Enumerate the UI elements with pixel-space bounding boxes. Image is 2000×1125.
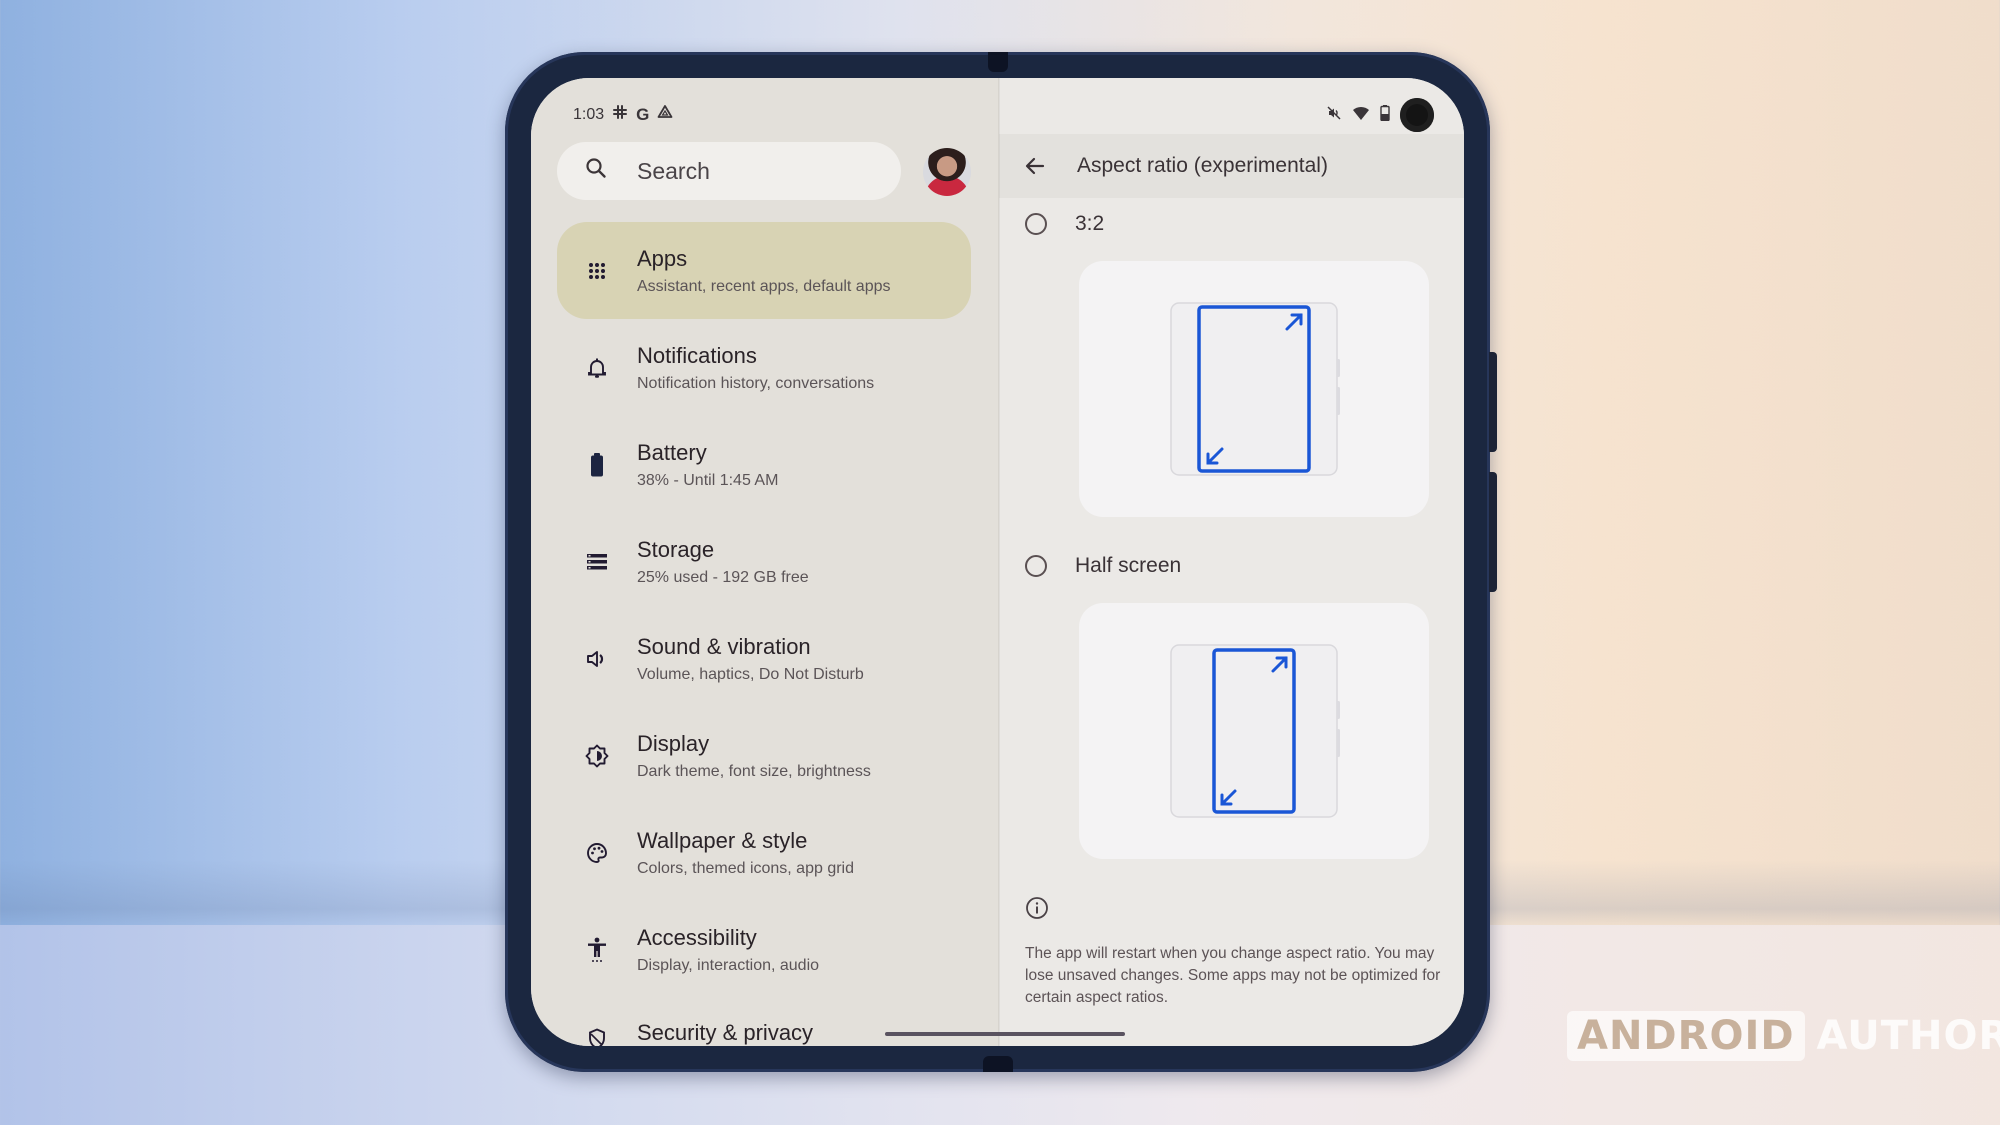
watermark-text: AUTHORITY: [1816, 1013, 2000, 1059]
search-placeholder: Search: [637, 157, 710, 184]
accessibility-icon: [557, 937, 637, 963]
back-button[interactable]: [1003, 157, 1067, 175]
shield-icon: [557, 1020, 637, 1046]
settings-item-apps[interactable]: Apps Assistant, recent apps, default app…: [557, 222, 971, 319]
screen: 1:03 G Search Apps Assistant, recent app…: [531, 78, 1464, 1046]
settings-item-title: Accessibility: [637, 924, 757, 950]
settings-item-subtitle: Assistant, recent apps, default apps: [637, 277, 891, 295]
settings-item-accessibility[interactable]: Accessibility Display, interaction, audi…: [557, 901, 971, 998]
volume-button: [1489, 472, 1497, 592]
settings-item-wallpaper[interactable]: Wallpaper & style Colors, themed icons, …: [557, 804, 971, 901]
account-avatar[interactable]: [923, 148, 971, 196]
brightness-icon: [557, 744, 637, 768]
wifi-icon: [1352, 105, 1370, 126]
watermark-boxed-text: ANDROID: [1567, 1011, 1805, 1061]
aspect-3-2-illustration: [1170, 302, 1340, 476]
bell-icon: [557, 357, 637, 379]
storage-icon: [557, 553, 637, 571]
settings-item-storage[interactable]: Storage 25% used - 192 GB free: [557, 513, 971, 610]
detail-header: Aspect ratio (experimental): [999, 134, 1464, 198]
settings-item-security[interactable]: Security & privacy: [557, 998, 971, 1046]
battery-icon: [557, 452, 637, 477]
vibrate-off-icon: [1326, 105, 1342, 126]
settings-item-subtitle: Display, interaction, audio: [637, 956, 820, 974]
settings-item-subtitle: Volume, haptics, Do Not Disturb: [637, 665, 864, 683]
settings-item-subtitle: Notification history, conversations: [637, 374, 875, 392]
status-bar-right: [1326, 98, 1434, 132]
settings-item-sound[interactable]: Sound & vibration Volume, haptics, Do No…: [557, 610, 971, 707]
detail-pane: Aspect ratio (experimental) 3:2 Half scr…: [999, 78, 1464, 1046]
preview-card-half-screen: [1079, 603, 1429, 859]
settings-item-title: Sound & vibration: [637, 633, 811, 659]
aspect-half-screen-illustration: [1170, 644, 1340, 818]
settings-item-subtitle: 38% - Until 1:45 AM: [637, 471, 779, 489]
settings-item-display[interactable]: Display Dark theme, font size, brightnes…: [557, 707, 971, 804]
settings-item-title: Security & privacy: [637, 1020, 814, 1045]
option-label: 3:2: [1075, 212, 1105, 235]
back-arrow-icon: [1025, 157, 1045, 175]
drive-icon: [657, 104, 673, 125]
settings-item-title: Wallpaper & style: [637, 827, 808, 853]
preview-card-3-2: [1079, 261, 1429, 517]
radio-button[interactable]: [1025, 213, 1047, 235]
apps-grid-icon: [557, 261, 637, 281]
watermark: ANDROID AUTHORITY: [1567, 1011, 2000, 1061]
settings-item-subtitle: 25% used - 192 GB free: [637, 568, 809, 586]
settings-item-title: Battery: [637, 439, 707, 465]
google-icon: G: [636, 104, 650, 124]
hinge-top: [988, 52, 1008, 72]
slack-icon: [612, 104, 628, 125]
battery-status-icon: [1380, 104, 1390, 126]
volume-icon: [557, 649, 637, 669]
settings-item-title: Apps: [637, 245, 688, 271]
option-label: Half screen: [1075, 554, 1182, 577]
option-3-2[interactable]: 3:2: [1025, 212, 1104, 236]
fold-line: [998, 78, 1000, 1046]
settings-item-subtitle: Colors, themed icons, app grid: [637, 859, 854, 877]
settings-item-battery[interactable]: Battery 38% - Until 1:45 AM: [557, 416, 971, 513]
settings-item-subtitle: Dark theme, font size, brightness: [637, 762, 871, 780]
settings-item-notifications[interactable]: Notifications Notification history, conv…: [557, 319, 971, 416]
settings-item-title: Display: [637, 730, 710, 756]
gesture-nav-handle[interactable]: [885, 1032, 1125, 1036]
search-bar[interactable]: Search: [557, 142, 901, 200]
front-camera: [1400, 98, 1434, 132]
info-text: The app will restart when you change asp…: [1025, 945, 1441, 1006]
settings-pane: 1:03 G Search Apps Assistant, recent app…: [531, 78, 999, 1046]
settings-list: Apps Assistant, recent apps, default app…: [557, 222, 971, 1046]
page-title: Aspect ratio (experimental): [1077, 154, 1328, 177]
foldable-phone: 1:03 G Search Apps Assistant, recent app…: [505, 52, 1497, 1072]
palette-icon: [557, 842, 637, 864]
option-half-screen[interactable]: Half screen: [1025, 554, 1181, 578]
power-button: [1489, 352, 1497, 452]
radio-button[interactable]: [1025, 555, 1047, 577]
settings-item-title: Notifications: [637, 342, 757, 368]
clock: 1:03: [573, 105, 605, 123]
search-icon: [585, 157, 607, 185]
status-bar-left: 1:03 G: [573, 104, 673, 125]
info-icon: [1025, 896, 1049, 925]
settings-item-title: Storage: [637, 536, 715, 562]
hinge-bottom: [983, 1056, 1013, 1072]
